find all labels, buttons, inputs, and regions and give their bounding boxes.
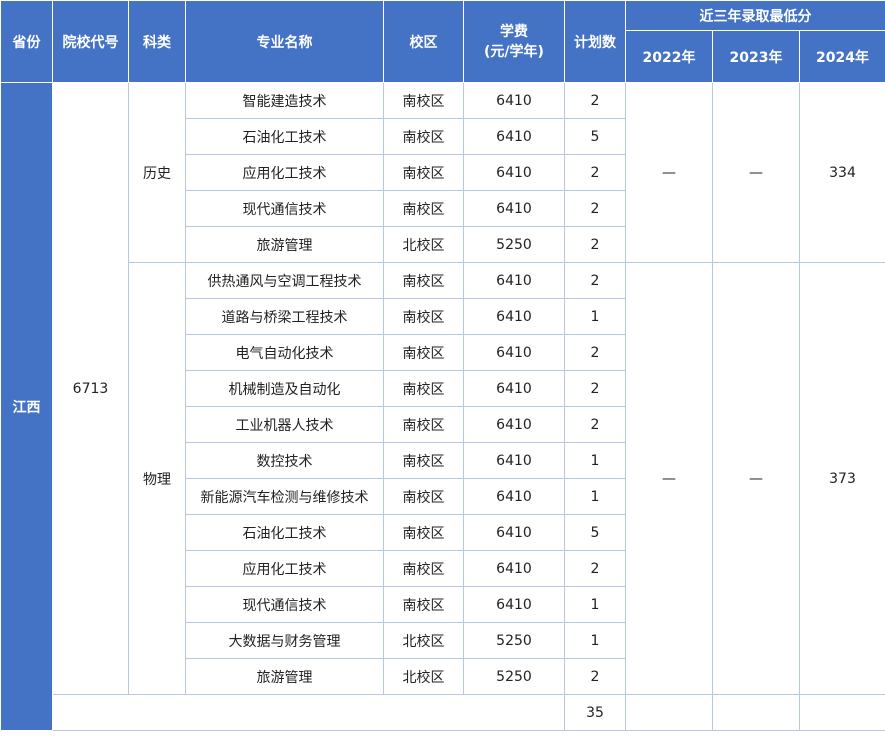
plan-cell: 2 [564,226,626,263]
tuition-cell: 6410 [463,334,565,371]
plan-cell: 2 [564,406,626,443]
admission-plan-table: 省份 院校代号 科类 专业名称 校区 学费 (元/学年) 计划数 近三年录取最低… [0,0,885,731]
tuition-cell: 6410 [463,514,565,551]
header-province: 省份 [0,0,53,83]
subject-cell: 物理 [128,262,186,695]
header-plan: 计划数 [564,0,626,83]
plan-cell: 1 [564,586,626,623]
score-2024-cell: 373 [798,262,885,695]
major-cell: 机械制造及自动化 [185,370,384,407]
campus-cell: 北校区 [383,658,464,695]
campus-cell: 南校区 [383,478,464,515]
major-cell: 现代通信技术 [185,190,384,227]
header-year-2024: 2024年 [798,30,885,83]
tuition-cell: 5250 [463,622,565,659]
tuition-cell: 5250 [463,658,565,695]
tuition-cell: 5250 [463,226,565,263]
header-min-score-group: 近三年录取最低分 [624,0,885,31]
campus-cell: 南校区 [383,334,464,371]
tuition-cell: 6410 [463,82,565,119]
header-tuition: 学费 (元/学年) [463,0,565,83]
campus-cell: 南校区 [383,586,464,623]
campus-cell: 南校区 [383,298,464,335]
plan-cell: 5 [564,118,626,155]
tuition-cell: 6410 [463,370,565,407]
plan-cell: 2 [564,190,626,227]
campus-cell: 南校区 [383,82,464,119]
major-cell: 数控技术 [185,442,384,479]
tuition-cell: 6410 [463,262,565,299]
major-cell: 供热通风与空调工程技术 [185,262,384,299]
province-cell: 江西 [0,82,53,731]
plan-cell: 2 [564,334,626,371]
tuition-cell: 6410 [463,406,565,443]
plan-cell: 1 [564,298,626,335]
plan-cell: 1 [564,622,626,659]
campus-cell: 南校区 [383,406,464,443]
major-cell: 应用化工技术 [185,154,384,191]
major-cell: 旅游管理 [185,658,384,695]
plan-cell: 2 [564,370,626,407]
major-cell: 工业机器人技术 [185,406,384,443]
total-spacer-cell [52,694,565,731]
tuition-cell: 6410 [463,190,565,227]
score-2023-cell: — [712,262,800,695]
plan-cell: 1 [564,478,626,515]
score-2022-cell: — [625,262,713,695]
table-row: 物理 供热通风与空调工程技术 南校区 6410 2 — — 373 [1,262,885,695]
score-2022-cell: — [625,82,713,263]
score-2023-cell: — [712,82,800,263]
major-cell: 石油化工技术 [185,118,384,155]
campus-cell: 北校区 [383,622,464,659]
tuition-cell: 6410 [463,586,565,623]
total-empty-cell [625,694,713,731]
campus-cell: 南校区 [383,442,464,479]
campus-cell: 南校区 [383,154,464,191]
tuition-cell: 6410 [463,550,565,587]
total-empty-cell [712,694,800,731]
campus-cell: 南校区 [383,190,464,227]
major-cell: 石油化工技术 [185,514,384,551]
header-school-code: 院校代号 [52,0,129,83]
plan-cell: 2 [564,262,626,299]
total-row: 35 [1,694,885,731]
campus-cell: 南校区 [383,262,464,299]
campus-cell: 南校区 [383,550,464,587]
major-cell: 电气自动化技术 [185,334,384,371]
tuition-cell: 6410 [463,298,565,335]
campus-cell: 南校区 [383,370,464,407]
major-cell: 新能源汽车检测与维修技术 [185,478,384,515]
plan-cell: 2 [564,154,626,191]
tuition-cell: 6410 [463,442,565,479]
plan-cell: 2 [564,82,626,119]
score-2024-cell: 334 [798,82,885,263]
tuition-cell: 6410 [463,118,565,155]
header-year-2022: 2022年 [625,30,713,83]
campus-cell: 南校区 [383,118,464,155]
total-plan-cell: 35 [564,694,626,731]
total-empty-cell [798,694,885,731]
plan-cell: 5 [564,514,626,551]
tuition-cell: 6410 [463,154,565,191]
major-cell: 智能建造技术 [185,82,384,119]
tuition-cell: 6410 [463,478,565,515]
major-cell: 大数据与财务管理 [185,622,384,659]
major-cell: 旅游管理 [185,226,384,263]
campus-cell: 南校区 [383,514,464,551]
table-row: 江西 6713 历史 智能建造技术 南校区 6410 2 — — 334 [0,82,885,731]
major-cell: 现代通信技术 [185,586,384,623]
major-cell: 应用化工技术 [185,550,384,587]
campus-cell: 北校区 [383,226,464,263]
plan-cell: 2 [564,658,626,695]
plan-cell: 1 [564,442,626,479]
header-campus: 校区 [383,0,464,83]
subject-cell: 历史 [128,82,186,263]
header-major: 专业名称 [185,0,384,83]
major-cell: 道路与桥梁工程技术 [185,298,384,335]
header-subject: 科类 [128,0,186,83]
plan-cell: 2 [564,550,626,587]
header-year-2023: 2023年 [712,30,800,83]
school-code-cell: 6713 [52,82,129,695]
